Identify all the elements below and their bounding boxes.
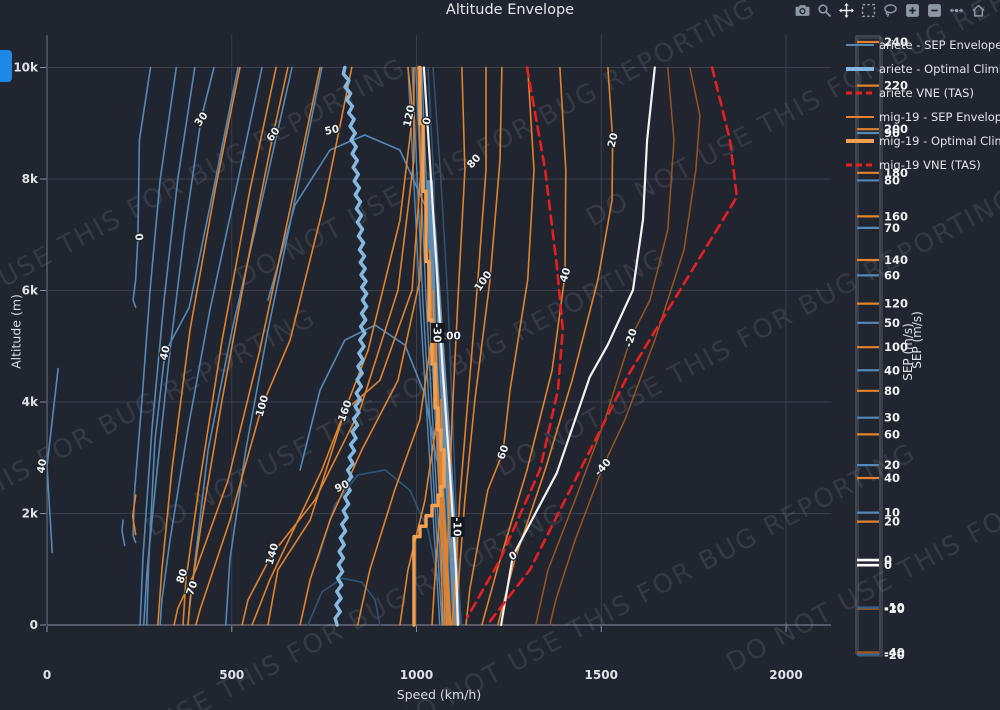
svg-text:500: 500	[219, 668, 244, 682]
svg-text:20: 20	[884, 458, 900, 472]
camera-icon[interactable]	[795, 3, 810, 18]
legend-item-4[interactable]: mig-19 - SEP Envelope	[845, 110, 1000, 123]
svg-text:40: 40	[158, 344, 173, 361]
modebar	[795, 3, 986, 18]
legend-label: ariete - Optimal Climb	[879, 62, 1000, 76]
pan-icon[interactable]	[839, 3, 854, 18]
zoom-in-icon[interactable]	[905, 3, 920, 18]
svg-text:10k: 10k	[13, 61, 39, 75]
svg-text:100: 100	[254, 394, 272, 418]
legend-item-2[interactable]: ariete - Optimal Climb	[845, 62, 1000, 75]
mig SEP 160 left	[268, 68, 421, 626]
app-root: Altitude Envelope DO NOT USE THIS FOR BU…	[0, 0, 1000, 710]
svg-text:4k: 4k	[22, 395, 39, 409]
svg-text:120: 120	[884, 297, 908, 311]
svg-text:60: 60	[884, 268, 900, 282]
svg-text:-10: -10	[884, 601, 905, 615]
svg-text:0: 0	[132, 233, 145, 242]
svg-text:30: 30	[884, 411, 900, 425]
svg-text:50: 50	[884, 316, 900, 330]
legend-label: mig-19 - Optimal Climb	[879, 134, 1000, 148]
legend-swatch	[845, 159, 875, 171]
svg-text:10: 10	[884, 506, 900, 520]
legend-label: ariete VNE (TAS)	[879, 86, 974, 100]
svg-text:1000: 1000	[400, 668, 433, 682]
svg-text:-30: -30	[430, 323, 442, 342]
svg-text:2000: 2000	[769, 668, 802, 682]
lasso-icon[interactable]	[883, 3, 898, 18]
svg-text:40: 40	[884, 471, 900, 485]
svg-text:-10: -10	[450, 517, 462, 536]
home-icon[interactable]	[971, 3, 986, 18]
legend-label: ariete - SEP Envelope	[879, 38, 1000, 52]
svg-text:60: 60	[884, 427, 900, 441]
svg-text:-20: -20	[884, 648, 905, 662]
svg-text:6k: 6k	[22, 284, 39, 298]
svg-text:-20: -20	[623, 327, 640, 349]
ariete stub	[122, 520, 125, 545]
legend-label: mig-19 - SEP Envelope	[879, 110, 1000, 124]
svg-text:SEP (m/s): SEP (m/s)	[910, 311, 924, 369]
svg-text:8k: 8k	[22, 172, 39, 186]
legend: ariete - SEP Envelope ariete - Optimal Cl…	[845, 38, 1000, 182]
svg-text:80: 80	[884, 384, 900, 398]
x-axis-title: Speed (km/h)	[47, 687, 831, 702]
legend-item-1[interactable]: ariete - SEP Envelope	[845, 38, 1000, 51]
svg-text:2k: 2k	[22, 507, 39, 521]
svg-text:DO NOT USE THIS FOR BUG REPORT: DO NOT USE THIS FOR BUG REPORTING	[231, 0, 761, 293]
svg-text:1500: 1500	[585, 668, 618, 682]
svg-text:0: 0	[421, 116, 434, 125]
legend-swatch	[845, 63, 875, 75]
svg-text:0: 0	[43, 668, 51, 682]
box-select-icon[interactable]	[861, 3, 876, 18]
magnifier-icon[interactable]	[817, 3, 832, 18]
svg-text:-40: -40	[592, 456, 614, 478]
svg-text:0: 0	[884, 553, 892, 567]
zoom-out-icon[interactable]	[927, 3, 942, 18]
svg-text:30: 30	[192, 110, 210, 129]
legend-swatch	[845, 87, 875, 99]
y-axis-title: Altitude (m)	[9, 280, 24, 384]
autoscale-icon[interactable]	[949, 3, 964, 18]
legend-swatch	[845, 135, 875, 147]
svg-text:40: 40	[884, 363, 900, 377]
legend-item-6[interactable]: mig-19 VNE (TAS)	[845, 158, 1000, 171]
legend-item-5[interactable]: mig-19 - Optimal Climb	[845, 134, 1000, 147]
svg-text:140: 140	[884, 253, 908, 267]
legend-swatch	[845, 39, 875, 51]
svg-text:20: 20	[606, 132, 621, 149]
legend-swatch	[845, 111, 875, 123]
legend-label: mig-19 VNE (TAS)	[879, 158, 981, 172]
svg-text:40: 40	[558, 266, 574, 284]
svg-text:70: 70	[884, 221, 900, 235]
ariete Optimal Climb	[335, 68, 367, 626]
svg-text:0: 0	[30, 618, 38, 632]
legend-item-3[interactable]: ariete VNE (TAS)	[845, 86, 1000, 99]
